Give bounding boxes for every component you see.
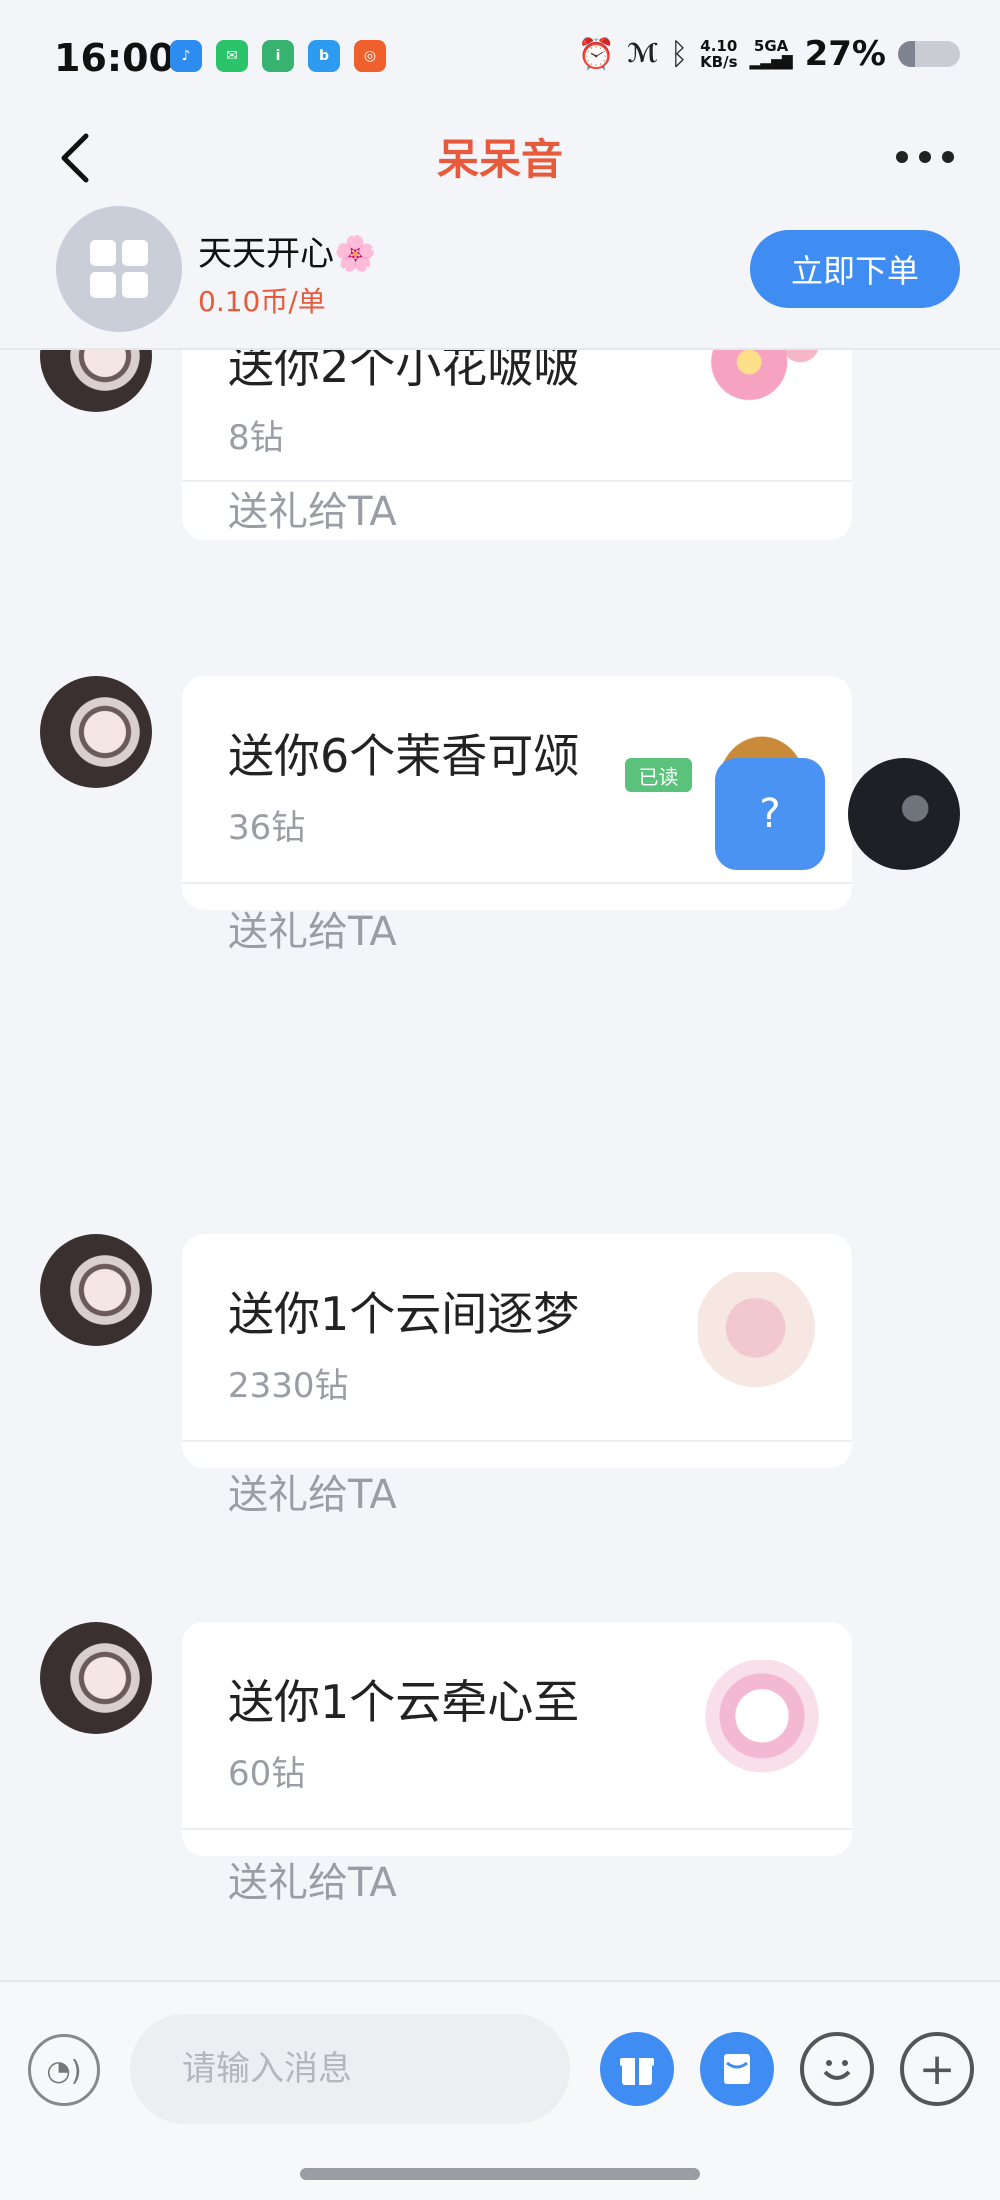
plus-icon: + (918, 2043, 956, 2095)
avatar[interactable] (40, 1234, 152, 1346)
gift-price: 60钻 (228, 1754, 306, 1794)
gift-price: 8钻 (228, 418, 284, 458)
emoji-button[interactable] (800, 2032, 874, 2106)
gift-image (698, 350, 826, 424)
nfc-icon: ℳ (627, 39, 659, 69)
gift-card: 送你2个小花啵啵 8钻 送礼给TA (182, 350, 852, 540)
net-speed: 4.10 KB/s (700, 38, 737, 70)
net-speed-unit: KB/s (700, 53, 738, 71)
send-gift-button[interactable]: 送礼给TA (228, 1850, 397, 1908)
more-dots-icon (896, 151, 908, 163)
page-title: 呆呆音 (436, 135, 563, 184)
more-button[interactable] (890, 132, 960, 182)
app-icon-blue: b (308, 40, 340, 72)
gift-image (698, 1272, 826, 1396)
avatar[interactable] (40, 350, 152, 412)
wechat-icon: ✉ (216, 40, 248, 72)
input-bar: ◔) + (0, 1980, 1000, 2200)
red-packet-icon (724, 2054, 750, 2084)
gift-title: 送你2个小花啵啵 (228, 350, 580, 393)
net-speed-value: 4.10 (700, 37, 738, 55)
signal-label: 5GA (753, 37, 789, 55)
bluetooth-icon: ᛒ (670, 36, 689, 72)
more-dot (919, 151, 931, 163)
divider (182, 1440, 852, 1442)
alarm-icon: ⏰ (577, 36, 616, 72)
music-app-icon: ♪ (170, 40, 202, 72)
status-time: 16:00 (54, 36, 175, 80)
avatar[interactable] (40, 1622, 152, 1734)
gift-title: 送你6个茉香可颂 (228, 729, 580, 783)
divider (182, 1828, 852, 1830)
red-packet-button[interactable] (700, 2032, 774, 2106)
avatar[interactable] (40, 676, 152, 788)
service-name: 天天开心🌸 (198, 234, 377, 274)
gift-button[interactable] (600, 2032, 674, 2106)
gift-image (698, 1660, 826, 1784)
status-right: ⏰ ℳ ᛒ 4.10 KB/s 5GA ▂▃▅▇ 27% (578, 34, 960, 74)
message-input[interactable] (130, 2014, 570, 2124)
service-bar: 天天开心🌸 0.10币/单 立即下单 (0, 204, 1000, 350)
send-gift-button[interactable]: 送礼给TA (228, 1462, 397, 1520)
voice-icon: ◔) (46, 2053, 82, 2087)
gift-price: 2330钻 (228, 1366, 349, 1406)
service-price: 0.10币/单 (198, 285, 326, 318)
app-icon-orange: ◎ (354, 40, 386, 72)
read-status-badge: 已读 (625, 758, 692, 792)
home-indicator[interactable] (300, 2168, 700, 2180)
status-bar: 16:00 ♪ ✉ i b ◎ ⏰ ℳ ᛒ 4.10 KB/s 5GA ▂▃▅▇… (0, 0, 1000, 112)
order-now-button[interactable]: 立即下单 (750, 230, 960, 308)
gift-title: 送你1个云间逐梦 (228, 1287, 580, 1341)
gift-price: 36钻 (228, 808, 306, 848)
gift-card: 送你1个云牵心至 60钻 送礼给TA (182, 1622, 852, 1906)
gift-card: 送你1个云间逐梦 2330钻 送礼给TA (182, 1234, 852, 1518)
voice-button[interactable]: ◔) (28, 2034, 100, 2106)
send-gift-button[interactable]: 送礼给TA (228, 484, 397, 540)
divider (182, 480, 852, 482)
message-bubble[interactable]: ? (715, 758, 825, 870)
nav-bar: 呆呆音 (0, 112, 1000, 204)
signal-bars-icon: ▂▃▅▇ (749, 54, 793, 70)
service-avatar[interactable] (56, 206, 182, 332)
iqiyi-icon: i (262, 40, 294, 72)
my-avatar[interactable] (848, 758, 960, 870)
chat-area: 送你2个小花啵啵 8钻 送礼给TA 送你6个茉香可颂 36钻 送礼给TA 已读 … (0, 350, 1000, 1980)
battery-percent: 27% (804, 34, 886, 74)
divider (182, 882, 852, 884)
battery-fill (898, 41, 915, 67)
notification-icons: ♪ ✉ i b ◎ (170, 40, 386, 72)
plus-button[interactable]: + (900, 2032, 974, 2106)
gift-title: 送你1个云牵心至 (228, 1675, 580, 1729)
more-dot (942, 151, 954, 163)
emoji-icon (823, 2060, 851, 2080)
send-gift-button[interactable]: 送礼给TA (228, 904, 397, 960)
apps-grid-icon (90, 240, 148, 298)
battery-icon (898, 41, 960, 67)
signal-indicator: 5GA ▂▃▅▇ (750, 38, 793, 70)
gift-icon (620, 2058, 654, 2085)
